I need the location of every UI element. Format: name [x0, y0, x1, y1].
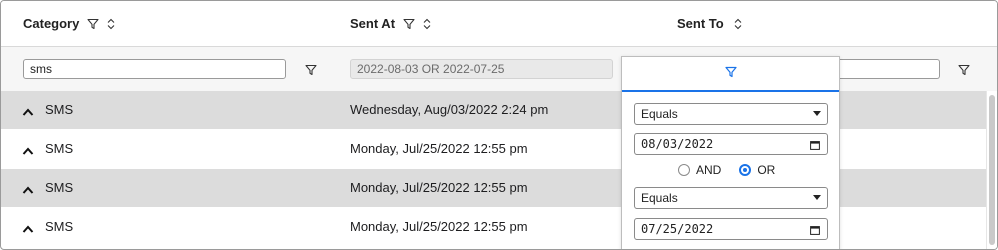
cell-sent-at: Monday, Jul/25/2022 12:55 pm	[350, 180, 528, 195]
cell-category: SMS	[45, 141, 74, 156]
radio-or[interactable]	[739, 164, 752, 176]
header-category-label: Category	[23, 16, 80, 31]
date-input-2-value: 07/25/2022	[641, 222, 714, 236]
popup-tab-indicator	[622, 90, 839, 92]
sort-icon[interactable]	[731, 17, 745, 31]
header-sent-at[interactable]: Sent At	[350, 1, 438, 46]
cell-category: SMS	[45, 180, 74, 195]
sent-at-filter-input: 2022-08-03 OR 2022-07-25	[350, 59, 613, 79]
filter-icon[interactable]	[957, 63, 971, 77]
condition-select-1-value: Equals	[641, 107, 678, 121]
cell-sent-at: Monday, Jul/25/2022 12:55 pm	[350, 141, 528, 156]
radio-and[interactable]	[678, 164, 690, 176]
date-input-1[interactable]: 08/03/2022	[634, 133, 828, 155]
vertical-scrollbar[interactable]	[986, 91, 997, 249]
popup-filter-tab[interactable]	[622, 57, 839, 90]
chevron-down-icon	[813, 111, 821, 116]
chevron-up-icon[interactable]	[22, 143, 36, 155]
category-filter-input[interactable]: sms	[23, 59, 286, 79]
calendar-icon[interactable]	[810, 224, 820, 235]
data-grid: Category Sent At Sent To sms 2022-08-03 …	[0, 0, 998, 250]
filter-icon[interactable]	[304, 63, 318, 77]
header-sent-at-label: Sent At	[350, 16, 396, 31]
date-input-2[interactable]: 07/25/2022	[634, 218, 828, 240]
filter-icon	[724, 65, 737, 83]
chevron-up-icon[interactable]	[22, 221, 36, 233]
cell-sent-at: Wednesday, Aug/03/2022 2:24 pm	[350, 102, 549, 117]
calendar-icon[interactable]	[810, 139, 820, 150]
filter-icon[interactable]	[86, 17, 100, 31]
cell-category: SMS	[45, 219, 74, 234]
condition-select-1[interactable]: Equals	[634, 103, 828, 125]
sort-icon[interactable]	[104, 17, 118, 31]
date-input-1-value: 08/03/2022	[641, 137, 714, 151]
cell-category: SMS	[45, 102, 74, 117]
header-sent-to[interactable]: Sent To	[677, 1, 749, 46]
chevron-down-icon	[813, 195, 821, 200]
grid-header: Category Sent At Sent To	[1, 1, 997, 46]
sent-to-filter-input[interactable]	[837, 59, 940, 79]
join-operator-group: AND OR	[678, 163, 775, 177]
chevron-up-icon[interactable]	[22, 182, 36, 194]
radio-and-label: AND	[696, 163, 722, 177]
scrollbar-thumb[interactable]	[989, 95, 995, 245]
condition-select-2[interactable]: Equals	[634, 187, 828, 209]
filter-icon[interactable]	[402, 17, 416, 31]
header-sent-to-label: Sent To	[677, 16, 724, 31]
chevron-up-icon[interactable]	[22, 104, 36, 116]
filter-row: sms 2022-08-03 OR 2022-07-25	[1, 47, 997, 91]
condition-select-2-value: Equals	[641, 191, 678, 205]
sent-to-filter-popup: Equals 08/03/2022 AND OR Equals 07/25/20…	[621, 56, 840, 249]
sort-icon[interactable]	[420, 17, 434, 31]
header-category[interactable]: Category	[23, 1, 122, 46]
radio-or-label: OR	[757, 163, 776, 177]
cell-sent-at: Monday, Jul/25/2022 12:55 pm	[350, 219, 528, 234]
